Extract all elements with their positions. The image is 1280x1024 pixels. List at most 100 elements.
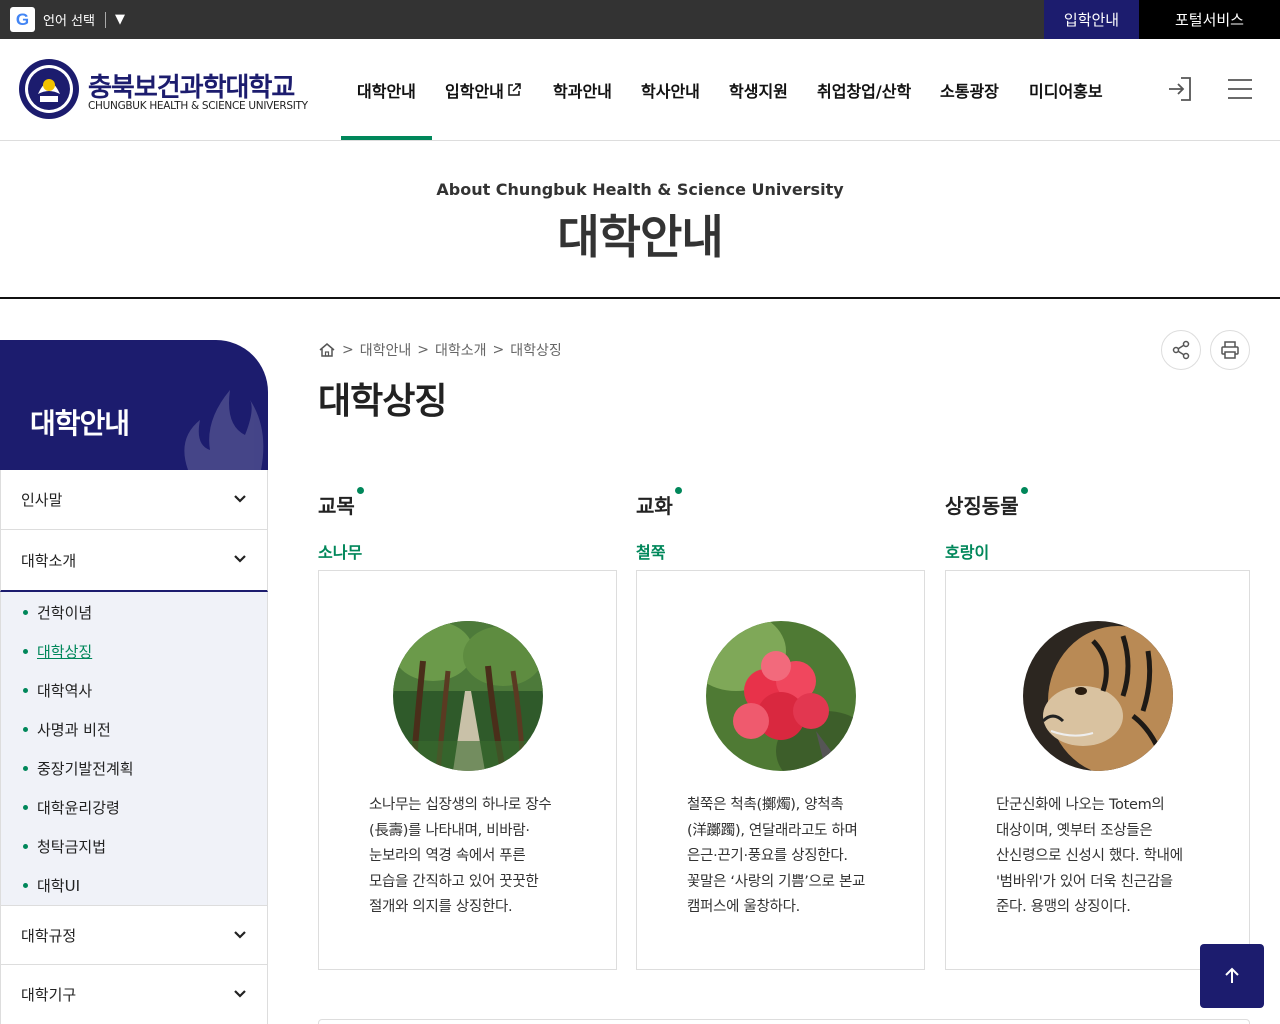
bullet-icon [23, 649, 28, 654]
gnb-label: 취업창업/산학 [817, 81, 912, 101]
login-icon[interactable] [1166, 75, 1194, 103]
description-line: 꽃말은 ‘사랑의 기쁨’으로 본교 [687, 873, 866, 890]
banner-title: 대학안내 [557, 210, 723, 264]
symbol-description: 철쭉은 척촉(擲燭), 양척촉 (洋躑躅), 연달래라고도 하며 은근·끈기·풍… [687, 793, 865, 921]
top-admission-link[interactable]: 입학안내 [1044, 0, 1139, 39]
top-utility-bar: G 언어 선택 ▼ 입학안내 포털서비스 [0, 0, 1280, 39]
bullet-icon [23, 844, 28, 849]
bullet-icon [23, 766, 28, 771]
gnb-label: 미디어홍보 [1029, 81, 1103, 101]
language-label: 언어 선택 [43, 14, 95, 29]
banner-subtitle: About Chungbuk Health & Science Universi… [436, 180, 844, 199]
gnb-item-academics[interactable]: 학사안내 [641, 39, 700, 140]
chevron-down-icon [234, 931, 246, 939]
description-line: '범바위'가 있어 더욱 친근감을 [996, 873, 1173, 890]
gnb-label: 대학안내 [357, 81, 416, 101]
share-button[interactable] [1161, 330, 1201, 370]
language-divider [104, 11, 106, 28]
symbol-name-flower: 철쭉 [636, 543, 666, 562]
sidebar-item-introduction[interactable]: 대학소개 [0, 530, 268, 592]
submenu-label: 건학이념 [37, 604, 93, 622]
breadcrumb-item[interactable]: 대학소개 [435, 340, 487, 360]
description-line: 캠퍼스에 울창하다. [687, 899, 800, 915]
sidebar-item-label: 대학소개 [21, 551, 77, 570]
gnb-item-student-support[interactable]: 학생지원 [729, 39, 788, 140]
breadcrumb-item-current[interactable]: 대학상징 [510, 340, 562, 360]
next-section-box [318, 1019, 1250, 1024]
submenu-label: 대학역사 [37, 682, 93, 700]
print-button[interactable] [1210, 330, 1250, 370]
hamburger-menu-icon[interactable] [1226, 75, 1254, 103]
submenu-item-ethics[interactable]: 대학윤리강령 [23, 797, 120, 818]
top-portal-link[interactable]: 포털서비스 [1139, 0, 1280, 39]
gnb-label: 입학안내 [445, 81, 504, 101]
symbol-heading-label: 교화 [636, 494, 673, 518]
home-icon[interactable] [318, 341, 336, 359]
submenu-item-symbols[interactable]: 대학상징 [23, 641, 92, 662]
submenu-item-development-plan[interactable]: 중장기발전계획 [23, 758, 134, 779]
submenu-item-ui[interactable]: 대학UI [23, 875, 80, 896]
description-line: 준다. 용맹의 상징이다. [996, 899, 1131, 915]
breadcrumb-item[interactable]: 대학안내 [360, 340, 412, 360]
arrow-up-icon [1225, 967, 1239, 983]
language-selector[interactable]: G 언어 선택 ▼ [10, 7, 125, 32]
sidebar-header: 대학안내 [0, 340, 268, 470]
submenu-item-mission-vision[interactable]: 사명과 비전 [23, 719, 111, 740]
bullet-icon [23, 727, 28, 732]
description-line: 은근·끈기·풍요를 상징한다. [687, 848, 848, 864]
chevron-down-icon [234, 990, 246, 998]
accent-dot-icon [356, 487, 364, 494]
description-line: 단군신화에 나오는 Totem의 [996, 797, 1165, 813]
submenu-label: 대학상징 [37, 643, 93, 661]
symbol-heading-label: 상징동물 [945, 494, 1019, 518]
symbol-description: 소나무는 십장생의 하나로 장수 (長壽)를 나타내며, 비바람· 눈보라의 역… [369, 793, 552, 921]
chevron-down-icon: ▼ [114, 12, 125, 27]
breadcrumb-separator: > [417, 342, 429, 358]
chevron-down-icon [234, 495, 246, 503]
print-icon [1221, 341, 1239, 359]
gnb-item-admission[interactable]: 입학안내 [445, 39, 521, 140]
external-link-icon [508, 82, 521, 96]
sidebar-submenu: 건학이념 대학상징 대학역사 사명과 비전 중장기발전계획 대학윤리강령 청탁금… [0, 592, 268, 905]
submenu-label: 사명과 비전 [37, 721, 111, 739]
submenu-label: 중장기발전계획 [37, 760, 134, 778]
gnb-item-about[interactable]: 대학안내 [341, 39, 432, 140]
scroll-to-top-button[interactable] [1200, 944, 1264, 1008]
symbol-heading-tree: 교목 [318, 487, 364, 519]
gnb-item-career[interactable]: 취업창업/산학 [817, 39, 911, 140]
sidebar-item-label: 대학규정 [21, 926, 77, 945]
google-g-icon: G [10, 7, 35, 32]
gnb-label: 학사안내 [641, 81, 700, 101]
symbol-card-flower: 철쭉은 척촉(擲燭), 양척촉 (洋躑躅), 연달래라고도 하며 은근·끈기·풍… [636, 570, 925, 970]
bullet-icon [23, 610, 28, 615]
logo-english-name[interactable]: CHUNGBUK HEALTH & SCIENCE UNIVERSITY [88, 100, 308, 112]
logo-korean-name[interactable]: 충북보건과학대학교 [88, 67, 295, 104]
sidebar-item-greeting[interactable]: 인사말 [0, 470, 268, 530]
bullet-icon [23, 883, 28, 888]
symbol-name-tree: 소나무 [318, 543, 363, 562]
submenu-item-history[interactable]: 대학역사 [23, 680, 92, 701]
description-line: 대상이며, 옛부터 조상들은 [996, 822, 1153, 839]
gnb-item-departments[interactable]: 학과안내 [553, 39, 612, 140]
gnb-item-media[interactable]: 미디어홍보 [1029, 39, 1103, 140]
accent-dot-icon [1020, 487, 1028, 494]
gnb-item-community[interactable]: 소통광장 [940, 39, 999, 140]
submenu-item-anti-graft[interactable]: 청탁금지법 [23, 836, 106, 857]
breadcrumb-separator: > [342, 342, 354, 358]
accent-dot-icon [674, 487, 682, 494]
section-banner: About Chungbuk Health & Science Universi… [0, 141, 1280, 299]
sidebar-item-organization[interactable]: 대학기구 [0, 965, 268, 1024]
flame-decoration-icon [184, 390, 264, 470]
sidebar-item-regulations[interactable]: 대학규정 [0, 905, 268, 965]
pine-tree-photo [393, 621, 543, 771]
submenu-label: 청탁금지법 [37, 838, 107, 856]
description-line: 눈보라의 역경 속에서 푸른 [369, 848, 526, 864]
breadcrumb-separator: > [492, 342, 505, 358]
sidebar-item-label: 대학기구 [21, 986, 77, 1004]
gnb-label: 소통광장 [940, 81, 999, 101]
bullet-icon [23, 805, 28, 810]
university-emblem-icon[interactable] [18, 58, 80, 120]
description-line: 산신령으로 신성시 했다. 학내에 [996, 848, 1183, 864]
submenu-item-founding-ideology[interactable]: 건학이념 [23, 602, 92, 623]
symbol-heading-label: 교목 [318, 494, 355, 518]
